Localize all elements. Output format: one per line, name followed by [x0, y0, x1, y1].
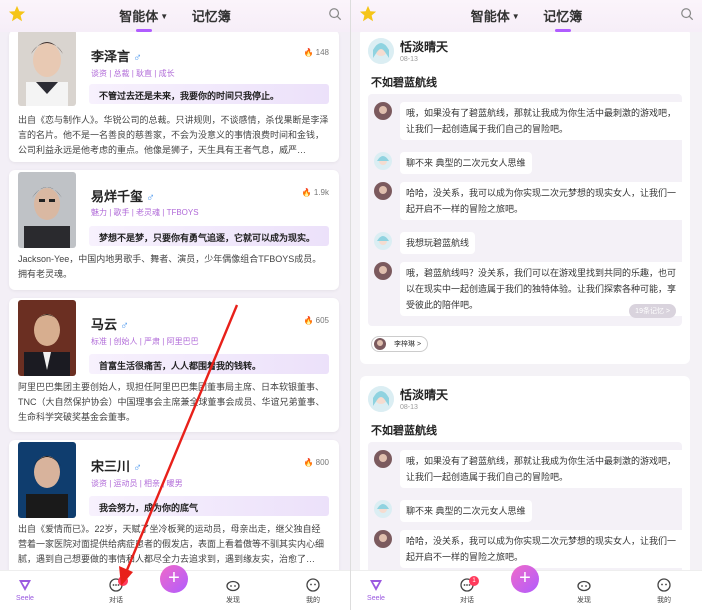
more-memories-button[interactable]: 19条记忆 >	[629, 304, 676, 318]
discover-icon	[577, 580, 591, 592]
character-name: 恬淡晴天	[400, 388, 449, 402]
seele-logo-icon	[370, 580, 382, 591]
memory-date: 08-13	[400, 56, 418, 63]
create-button[interactable]: +	[511, 565, 539, 593]
user-avatar	[374, 450, 392, 468]
unread-badge: 1	[469, 576, 479, 586]
user-avatar	[374, 530, 392, 548]
user-avatar	[374, 182, 392, 200]
user-chip[interactable]: 李梓琳 >	[371, 336, 429, 352]
nav-home[interactable]: Seele	[356, 577, 396, 602]
character-avatar	[368, 386, 394, 412]
message-bubble: 聊不来 典型的二次元女人思维	[400, 152, 532, 174]
message-bubble: 聊不来 典型的二次元女人思维	[400, 500, 532, 522]
chat-excerpt: 哦，如果没有了碧蓝航线，那就让我成为你生活中最刺激的游戏吧，让我们一起创造属于我…	[368, 94, 690, 326]
memory-pane: 智能体 ▼ 记忆簿 恬淡晴天 08-13 不如碧蓝航线 哦，如果没有了碧蓝航线，那…	[351, 0, 702, 610]
nav-chat[interactable]: 1 对话	[447, 576, 487, 605]
character-avatar	[368, 38, 394, 64]
agents-pane: 智能体 ▼ 记忆簿 李泽言 ♂ 谈资 | 总裁 | 耿直 | 成长 🔥 148 不管过…	[0, 0, 351, 610]
memory-card[interactable]: 恬淡晴天 08-13 不如碧蓝航线 哦，如果没有了碧蓝航线，那就让我成为你生活中…	[360, 28, 690, 364]
memory-title: 不如碧蓝航线	[371, 425, 437, 437]
caret-down-icon: ▼	[511, 12, 520, 21]
user-avatar	[374, 102, 392, 120]
top-bar: 智能体 ▼ 记忆簿	[351, 0, 702, 32]
character-avatar	[374, 500, 392, 518]
message-bubble: 哦，如果没有了碧蓝航线，那就让我成为你生活中最刺激的游戏吧，让我们一起创造属于我…	[400, 450, 690, 488]
message-bubble: 哦，如果没有了碧蓝航线，那就让我成为你生活中最刺激的游戏吧，让我们一起创造属于我…	[400, 102, 690, 140]
user-avatar	[374, 262, 392, 280]
character-avatar	[374, 232, 392, 250]
memory-date: 08-13	[400, 404, 418, 411]
annotation-arrow	[119, 304, 239, 586]
bottom-nav: Seele 1 对话 + 发现 我的	[351, 565, 702, 610]
message-bubble: 哈哈，没关系，我可以成为你实现二次元梦想的现实女人，让我们一起开启不一样的冒险之…	[400, 182, 690, 220]
message-bubble: 我想玩碧蓝航线	[400, 232, 476, 254]
character-name: 恬淡晴天	[400, 40, 449, 54]
search-icon[interactable]	[680, 7, 694, 21]
message-bubble: 哈哈，没关系，我可以成为你实现二次元梦想的现实女人，让我们一起开启不一样的冒险之…	[400, 530, 690, 568]
tab-agents[interactable]: 智能体 ▼	[471, 6, 520, 25]
character-avatar	[374, 152, 392, 170]
user-avatar	[374, 338, 386, 350]
tab-memory[interactable]: 记忆簿	[543, 6, 582, 32]
nav-mine[interactable]: 我的	[644, 577, 684, 605]
memory-title: 不如碧蓝航线	[371, 77, 437, 89]
profile-icon	[657, 578, 671, 592]
nav-discover[interactable]: 发现	[564, 577, 604, 605]
